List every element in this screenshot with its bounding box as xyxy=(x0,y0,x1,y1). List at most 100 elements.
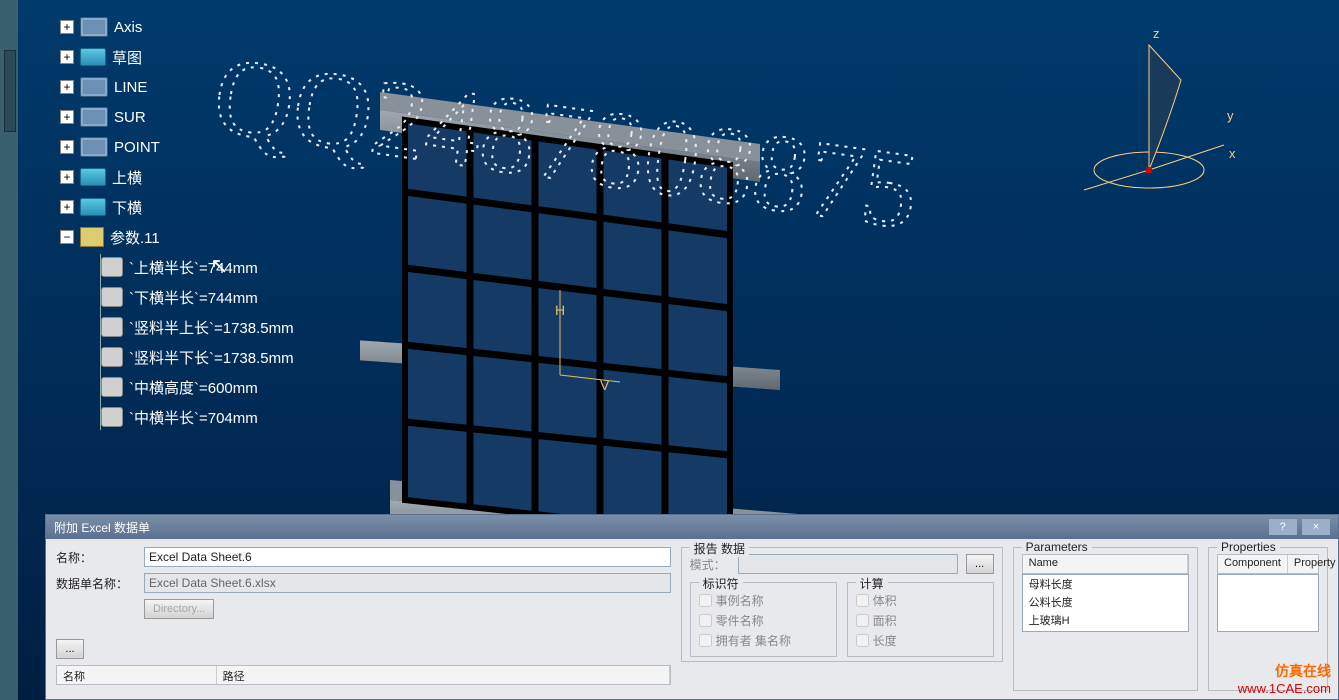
cube-icon xyxy=(80,107,108,127)
tree-item-line[interactable]: + LINE xyxy=(60,74,294,100)
cube-icon xyxy=(80,77,108,97)
tree-label: `竖料半上长`=1738.5mm xyxy=(129,317,294,338)
list-item[interactable]: 母料长度 xyxy=(1023,575,1188,593)
checkbox-length xyxy=(856,634,869,647)
folder-icon xyxy=(80,48,106,66)
specification-tree[interactable]: + Axis + 草图 + LINE + SUR + POINT + 上横 + 下横 − 参数.… xyxy=(60,10,294,434)
tree-label: Axis xyxy=(114,19,142,36)
checkbox-area xyxy=(856,614,869,627)
model-3d: H V xyxy=(360,80,900,560)
link-param-icon xyxy=(101,377,123,397)
tree-param[interactable]: `中横高度`=600mm xyxy=(101,374,294,400)
folder-icon xyxy=(80,168,106,186)
col-header-name: Name xyxy=(1023,555,1188,573)
tree-label: LINE xyxy=(114,79,147,96)
tree-param[interactable]: `中横半长`=704mm xyxy=(101,404,294,430)
group-title: Parameters xyxy=(1022,540,1092,554)
col-path: 路径 xyxy=(217,666,670,684)
col-header-property: Property xyxy=(1288,555,1339,573)
browse-button[interactable]: ... xyxy=(56,639,84,659)
svg-text:V: V xyxy=(600,377,610,393)
mode-browse-button[interactable]: ... xyxy=(966,554,994,574)
chk-label: 零件名称 xyxy=(716,612,764,629)
compass-widget[interactable]: z y x xyxy=(1049,20,1249,200)
property-list[interactable] xyxy=(1217,574,1319,632)
folder-icon xyxy=(80,198,106,216)
sheet-input xyxy=(144,573,671,593)
close-button[interactable]: × xyxy=(1302,519,1330,535)
parameter-icon xyxy=(80,227,104,247)
link-param-icon xyxy=(101,257,123,277)
tree-label: `下横半长`=744mm xyxy=(129,287,258,308)
checkbox-instance-name xyxy=(699,594,712,607)
group-title: 报告 数据 xyxy=(690,540,749,557)
report-data-group: 报告 数据 模式： ... 标识符 事例名称 零件名称 拥有者 集名称 计算 xyxy=(681,547,1003,662)
mode-input xyxy=(738,554,958,574)
name-input[interactable] xyxy=(144,547,671,567)
identifier-group: 标识符 事例名称 零件名称 拥有者 集名称 xyxy=(690,582,837,657)
svg-text:QQ2487808875: QQ2487808875 xyxy=(207,33,926,252)
chk-label: 长度 xyxy=(873,632,897,649)
mode-label: 模式： xyxy=(690,556,730,573)
link-param-icon xyxy=(101,317,123,337)
tree-item-point[interactable]: + POINT xyxy=(60,134,294,160)
chk-label: 事例名称 xyxy=(716,592,764,609)
expand-icon[interactable]: + xyxy=(60,200,74,214)
compute-group: 计算 体积 面积 长度 xyxy=(847,582,994,657)
tree-item-sur[interactable]: + SUR xyxy=(60,104,294,130)
checkbox-owner-set xyxy=(699,634,712,647)
tree-label: SUR xyxy=(114,109,146,126)
tree-param[interactable]: `竖料半上长`=1738.5mm xyxy=(101,314,294,340)
col-name: 名称 xyxy=(57,666,217,684)
tree-label: `中横高度`=600mm xyxy=(129,377,258,398)
sheet-label: 数据单名称： xyxy=(56,575,136,592)
checkbox-volume xyxy=(856,594,869,607)
expand-icon[interactable]: + xyxy=(60,170,74,184)
expand-icon[interactable]: + xyxy=(60,140,74,154)
table-header: 名称 路径 xyxy=(56,665,671,685)
help-button[interactable]: ? xyxy=(1269,519,1297,535)
tree-item-top-rail[interactable]: + 上横 xyxy=(60,164,294,190)
dialog-title: 附加 Excel 数据单 xyxy=(54,519,150,536)
name-label: 名称： xyxy=(56,549,136,566)
chk-label: 体积 xyxy=(873,592,897,609)
col-header-component: Component xyxy=(1218,555,1288,573)
tree-label: 上横 xyxy=(112,167,142,188)
expand-icon[interactable]: + xyxy=(60,20,74,34)
watermark-line1: 仿真在线 xyxy=(1238,661,1331,681)
tree-item-sketch[interactable]: + 草图 xyxy=(60,44,294,70)
link-param-icon xyxy=(101,287,123,307)
tree-label: 参数.11 xyxy=(110,227,160,248)
dialog-titlebar[interactable]: 附加 Excel 数据单 ? × xyxy=(46,515,1338,539)
tree-label: 下横 xyxy=(112,197,142,218)
expand-icon[interactable]: + xyxy=(60,50,74,64)
axis-x-label: x xyxy=(1229,146,1236,161)
expand-icon[interactable]: + xyxy=(60,80,74,94)
group-title: Properties xyxy=(1217,540,1280,554)
tree-label: 草图 xyxy=(112,47,142,68)
side-toolbar[interactable] xyxy=(0,0,18,700)
parameter-list[interactable]: 母料长度 公料长度 上玻璃H xyxy=(1022,574,1189,632)
expand-icon[interactable]: + xyxy=(60,110,74,124)
tree-label: `竖料半下长`=1738.5mm xyxy=(129,347,294,368)
chk-label: 面积 xyxy=(873,612,897,629)
tree-param[interactable]: `下横半长`=744mm xyxy=(101,284,294,310)
watermark-line2: www.1CAE.com xyxy=(1238,681,1331,696)
tree-item-axis[interactable]: + Axis xyxy=(60,14,294,40)
tree-item-bottom-rail[interactable]: + 下横 xyxy=(60,194,294,220)
tree-param[interactable]: `竖料半下长`=1738.5mm xyxy=(101,344,294,370)
link-param-icon xyxy=(101,347,123,367)
axis-z-label: z xyxy=(1153,26,1160,41)
group-title: 计算 xyxy=(856,575,888,592)
tree-label: `上横半长`=744mm xyxy=(129,257,258,278)
tree-label: POINT xyxy=(114,139,160,156)
axis-y-label: y xyxy=(1227,108,1234,123)
directory-button: Directory... xyxy=(144,599,214,619)
excel-data-sheet-dialog[interactable]: 附加 Excel 数据单 ? × 名称： 数据单名称： Directory...… xyxy=(45,514,1339,700)
list-item[interactable]: 公料长度 xyxy=(1023,593,1188,611)
tree-item-params[interactable]: − 参数.11 xyxy=(60,224,294,250)
tree-param[interactable]: `上横半长`=744mm xyxy=(101,254,294,280)
collapse-icon[interactable]: − xyxy=(60,230,74,244)
list-item[interactable]: 上玻璃H xyxy=(1023,611,1188,629)
svg-text:H: H xyxy=(555,302,565,318)
